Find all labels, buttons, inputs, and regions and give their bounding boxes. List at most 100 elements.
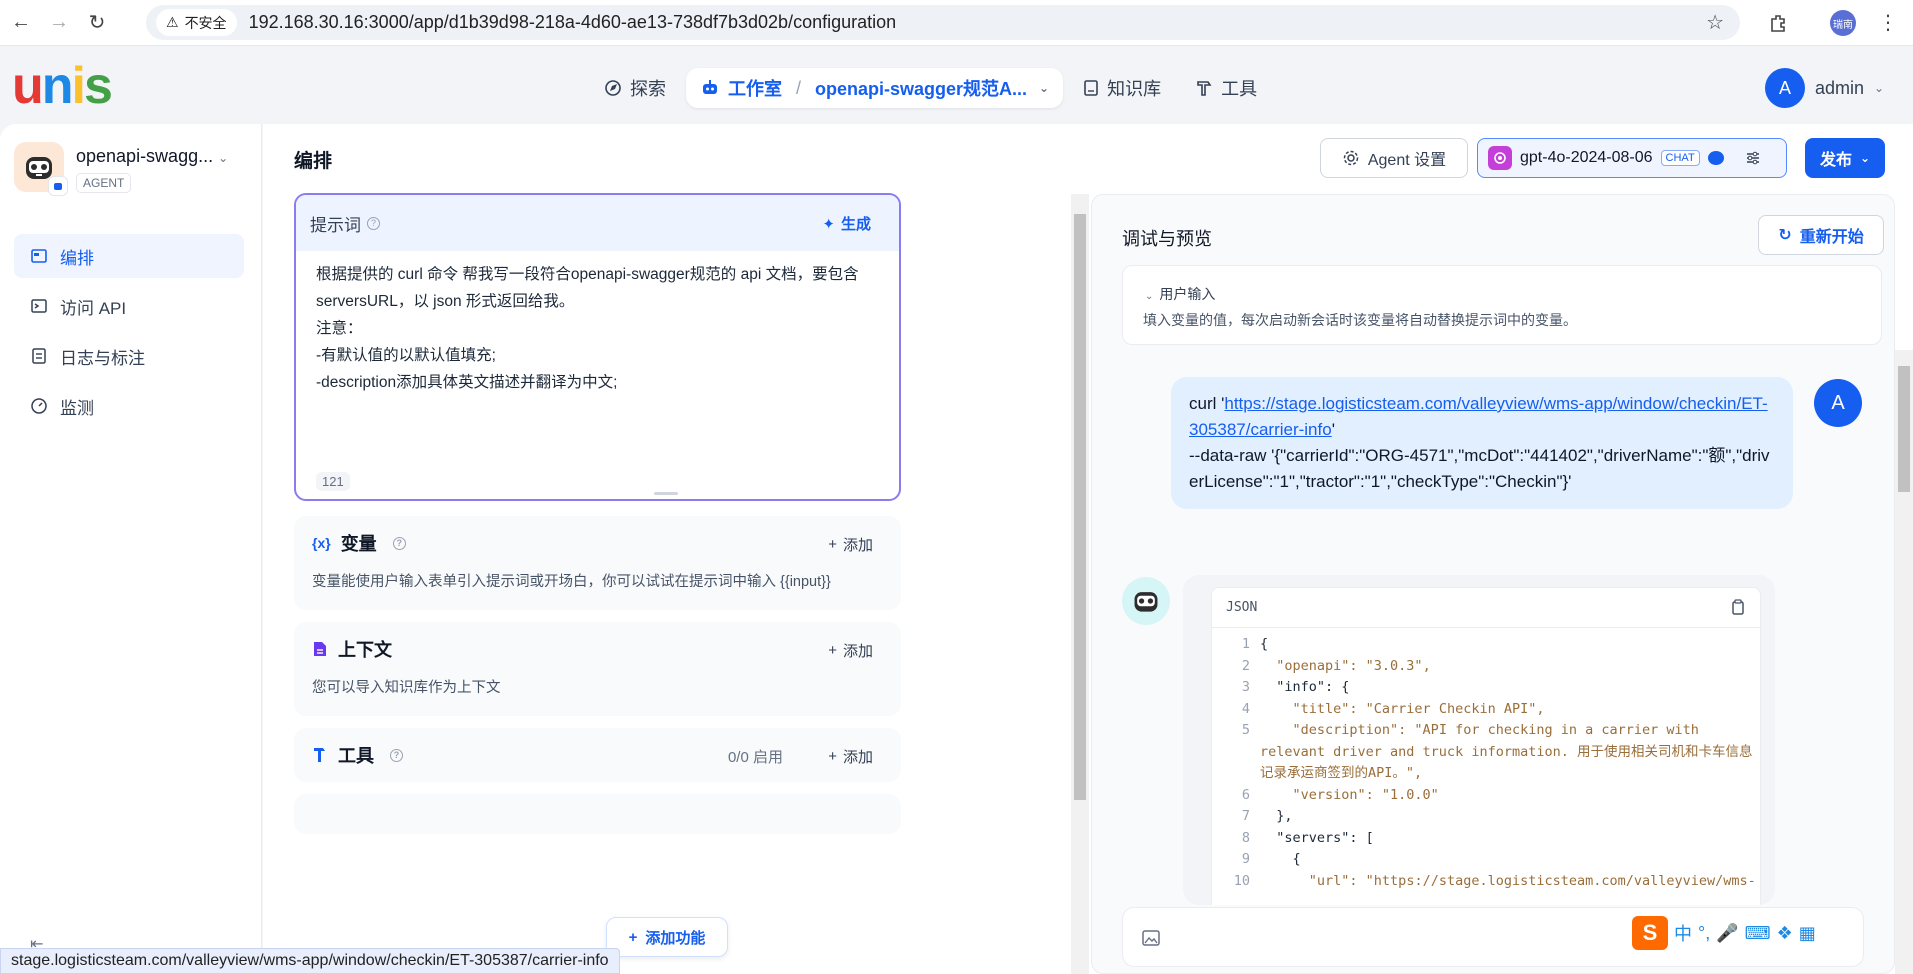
unis-logo[interactable]: unis — [12, 58, 113, 114]
variables-section: {x} 变量? + 添加 变量能使用户输入表单引入提示词或开场白，你可以试试在提示… — [294, 516, 901, 610]
toolbox-icon[interactable]: ▦ — [1799, 923, 1816, 944]
add-context-button[interactable]: + 添加 — [828, 640, 873, 661]
profile-avatar[interactable]: 瑞南 — [1830, 10, 1856, 36]
robot-icon — [703, 80, 717, 94]
add-feature-button[interactable]: + 添加功能 — [606, 917, 728, 957]
plus-icon: + — [628, 928, 638, 946]
prompt-editor: 提示词? ✦ 生成 根据提供的 curl 命令 帮我写一段符合openapi-s… — [294, 193, 901, 501]
ime-language[interactable]: 中 — [1674, 920, 1692, 946]
terminal-icon — [31, 299, 47, 313]
restart-button[interactable]: ↻ 重新开始 — [1758, 215, 1884, 255]
app-info[interactable]: openapi-swagg... ⌄ AGENT — [14, 142, 229, 196]
bookmark-star-icon[interactable]: ☆ — [1706, 10, 1724, 35]
code-line: 7 }, — [1241, 808, 1293, 824]
help-icon[interactable]: ? — [390, 748, 403, 762]
model-mode-tag: CHAT — [1660, 150, 1700, 166]
settings-sliders-icon[interactable] — [1744, 149, 1762, 167]
code-line: 3 "info": { — [1241, 679, 1350, 695]
sparkle-icon: ✦ — [822, 215, 835, 233]
resize-handle[interactable] — [654, 492, 678, 495]
more-section — [294, 794, 901, 834]
hammer-icon — [1197, 81, 1212, 96]
agent-settings-button[interactable]: Agent 设置 — [1320, 138, 1468, 178]
document-icon — [314, 642, 326, 656]
app-header: unis 探索 工作室 / openapi-swagger规范A... ⌄ 知识… — [0, 46, 1913, 124]
prompt-header: 提示词? — [296, 195, 899, 251]
extensions-icon[interactable] — [1763, 8, 1793, 38]
code-line: 8 "servers": [ — [1241, 829, 1374, 846]
code-line: 10 "url": "https://stage.logisticsteam.c… — [1233, 872, 1756, 889]
chevron-down-icon[interactable]: ⌄ — [1039, 81, 1049, 95]
debug-scrollbar[interactable] — [1895, 350, 1913, 974]
add-variable-button[interactable]: + 添加 — [828, 534, 873, 555]
sidebar-item-orchestrate[interactable]: 编排 — [14, 234, 244, 278]
sidebar-item-logs[interactable]: 日志与标注 — [14, 334, 244, 378]
user-input-card[interactable]: ⌄ 用户输入 填入变量的值，每次启动新会话时该变量将自动替换提示词中的变量。 — [1122, 265, 1882, 345]
prompt-textarea[interactable]: 根据提供的 curl 命令 帮我写一段符合openapi-swagger规范的 … — [296, 251, 899, 406]
user-avatar: A — [1814, 379, 1862, 427]
nav-explore[interactable]: 探索 — [590, 68, 680, 108]
context-description: 您可以导入知识库作为上下文 — [312, 680, 501, 696]
app-avatar — [14, 142, 68, 196]
ime-toolbar[interactable]: S 中 °, 🎤 ⌨ ❖ ▦ — [1626, 915, 1822, 951]
browser-menu-icon[interactable]: ⋮ — [1878, 10, 1898, 35]
chevron-down-icon: ⌄ — [218, 151, 229, 165]
code-block: JSON 1{ 2 "openapi": "3.0.3", 3 "info": … — [1211, 587, 1761, 905]
browser-toolbar: ← → ↻ ⚠ 不安全 192.168.30.16:3000/app/d1b39… — [0, 0, 1913, 46]
code-line: 4 "title": "Carrier Checkin API", — [1241, 700, 1545, 717]
reload-button[interactable]: ↻ — [80, 6, 114, 40]
keyboard-icon[interactable]: ⌨ — [1745, 923, 1771, 944]
copy-icon[interactable] — [1730, 598, 1746, 620]
url-text[interactable]: 192.168.30.16:3000/app/d1b39d98-218a-4d6… — [249, 12, 897, 33]
sogou-logo-icon: S — [1632, 916, 1668, 950]
help-icon[interactable]: ? — [367, 216, 380, 230]
tools-enabled-count: 0/0 启用 — [727, 749, 783, 766]
skin-icon[interactable]: ❖ — [1777, 923, 1793, 944]
user-name: admin — [1815, 77, 1865, 98]
current-app-name[interactable]: openapi-swagger规范A... — [815, 75, 1027, 101]
chevron-down-icon: ⌄ — [1859, 151, 1871, 165]
generate-button[interactable]: ✦ 生成 — [822, 213, 871, 234]
security-indicator[interactable]: ⚠ 不安全 — [156, 9, 237, 36]
nav-tools[interactable]: 工具 — [1181, 68, 1271, 108]
bot-avatar — [1122, 577, 1170, 625]
plus-icon: + — [828, 748, 837, 765]
back-button[interactable]: ← — [4, 6, 38, 40]
variable-icon: {x} — [312, 535, 331, 551]
eye-icon — [1707, 151, 1724, 165]
code-line: 6 "version": "1.0.0" — [1241, 786, 1439, 803]
nav-knowledge[interactable]: 知识库 — [1069, 68, 1175, 108]
nav-studio[interactable]: 工作室 / openapi-swagger规范A... ⌄ — [686, 68, 1064, 108]
address-bar[interactable]: ⚠ 不安全 192.168.30.16:3000/app/d1b39d98-21… — [146, 5, 1740, 40]
center-scrollbar[interactable] — [1071, 194, 1089, 974]
help-icon[interactable]: ? — [392, 536, 406, 550]
code-content[interactable]: 1{ 2 "openapi": "3.0.3", 3 "info": { 4 "… — [1212, 628, 1760, 892]
chevron-down-icon: ⌄ — [1145, 291, 1154, 302]
sidebar-item-monitor[interactable]: 监测 — [14, 384, 244, 428]
user-menu[interactable]: A admin ⌄ — [1765, 68, 1884, 108]
code-line: 2 "openapi": "3.0.3", — [1241, 657, 1431, 674]
punctuation-icon[interactable]: °, — [1698, 923, 1710, 944]
code-line: 5 "description": "API for checking in a … — [1241, 722, 1753, 781]
publish-button[interactable]: 发布 ⌄ — [1805, 138, 1885, 178]
top-nav: 探索 工作室 / openapi-swagger规范A... ⌄ 知识库 工具 — [590, 68, 1271, 108]
image-upload-icon[interactable] — [1141, 928, 1161, 952]
debug-title: 调试与预览 — [1122, 229, 1212, 249]
sidebar-item-api[interactable]: 访问 API — [14, 284, 244, 328]
warning-icon: ⚠ — [166, 14, 179, 30]
openai-icon — [1488, 146, 1512, 170]
add-tool-button[interactable]: + 添加 — [828, 746, 873, 767]
plus-icon: + — [828, 536, 837, 553]
user-avatar: A — [1765, 68, 1805, 108]
code-language: JSON — [1226, 600, 1258, 615]
message-link[interactable]: https://stage.logisticsteam.com/valleyvi… — [1189, 394, 1768, 439]
forward-button[interactable]: → — [42, 6, 76, 40]
refresh-icon: ↻ — [1778, 227, 1792, 244]
chevron-down-icon: ⌄ — [1874, 81, 1885, 95]
code-line: 1{ — [1241, 636, 1269, 652]
side-menu: 编排 访问 API 日志与标注 监测 — [14, 234, 244, 434]
microphone-icon[interactable]: 🎤 — [1716, 923, 1738, 944]
model-selector[interactable]: gpt-4o-2024-08-06 CHAT — [1477, 138, 1787, 178]
context-section: 上下文 + 添加 您可以导入知识库作为上下文 — [294, 622, 901, 716]
compass-icon — [605, 80, 621, 96]
